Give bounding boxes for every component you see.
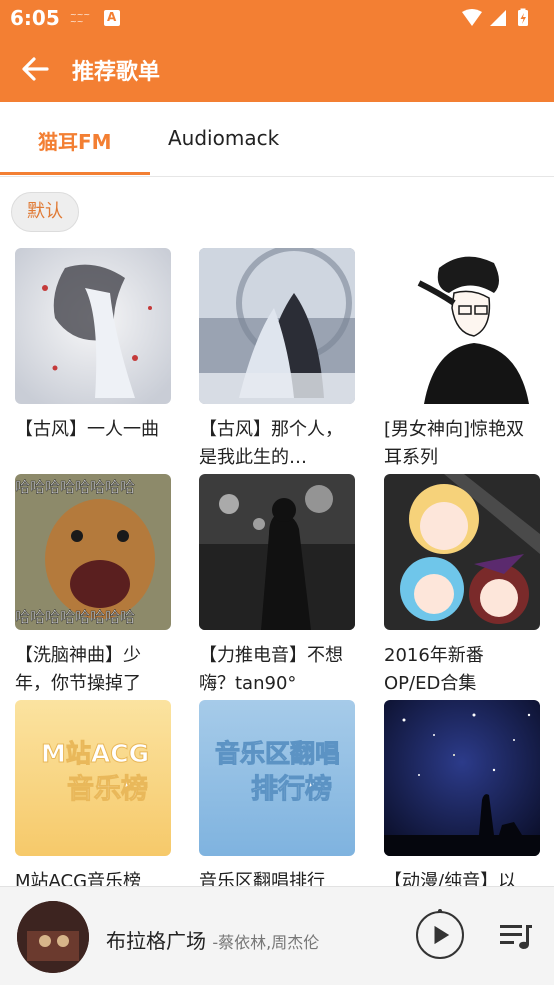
back-arrow-icon[interactable] (20, 54, 50, 84)
playlist-title: [男女神向]惊艳双耳系列 (384, 419, 525, 468)
playlist-title: 音乐区翻唱排行 (199, 871, 325, 886)
playlist-cover (199, 474, 355, 630)
song-artist: -蔡依林,周杰伦 (212, 933, 320, 952)
cover-text: 排行榜 (251, 773, 332, 805)
status-time: 6:05 (10, 6, 60, 30)
playlist-cover: 音乐区翻唱 排行榜 (199, 700, 355, 856)
playlist-cover (384, 474, 540, 630)
playlist-cover (384, 248, 540, 404)
now-playing-info: 布拉格广场 -蔡依林,周杰伦 (106, 925, 319, 954)
notification-icon: ~~~ ~~ (70, 10, 91, 26)
playlist-cover (384, 700, 540, 856)
status-bar: 6:05 ~~~ ~~ (0, 0, 554, 36)
playlist-cover: 哈哈哈哈哈哈哈哈 哈哈哈哈哈哈哈哈 (15, 474, 171, 630)
playlist-title: M站ACG音乐榜 (15, 871, 142, 886)
album-art (17, 901, 89, 973)
tab-indicator (0, 172, 150, 175)
app-bar: 推荐歌单 (0, 36, 554, 102)
playlist-title: 2016年新番OP/ED合集 (384, 645, 484, 694)
playlist-title: 【古风】那个人，是我此生的… (199, 419, 343, 468)
playlist-queue-icon[interactable] (498, 921, 534, 951)
signal-icon (490, 10, 506, 26)
playlist-cover (15, 248, 171, 404)
tab-bar: 猫耳FM Audiomack (0, 102, 554, 177)
cover-text: 音乐榜 (67, 773, 148, 805)
tab-audiomack[interactable]: Audiomack (168, 126, 279, 150)
cover-text: 音乐区翻唱 (215, 739, 340, 768)
page-title: 推荐歌单 (72, 60, 161, 85)
tab-maoer-fm[interactable]: 猫耳FM (38, 126, 112, 155)
play-button[interactable] (416, 911, 464, 959)
app-notification-icon (104, 10, 120, 26)
play-icon (434, 925, 450, 945)
playlist-cover: M站ACG 音乐榜 (15, 700, 171, 856)
playlist-grid: 【古风】一人一曲 【古风】那个人，是我此生的… [男女神向]惊艳双耳系列 哈哈哈… (0, 248, 554, 886)
playlist-title: 【洗脑神曲】少年，你节操掉了 (15, 645, 141, 694)
playlist-cover (199, 248, 355, 404)
song-title: 布拉格广场 (106, 929, 206, 953)
filter-chip-default[interactable]: 默认 (11, 192, 79, 232)
cover-text: M站ACG (41, 739, 149, 768)
wifi-icon (462, 9, 482, 26)
meme-text: 哈哈哈哈哈哈哈哈 (15, 608, 135, 626)
system-status-icons (462, 8, 528, 26)
playlist-title: 【古风】一人一曲 (15, 419, 159, 440)
meme-text: 哈哈哈哈哈哈哈哈 (15, 478, 135, 496)
playlist-title: 【动漫/纯音】以 (384, 871, 517, 886)
playlist-title: 【力推电音】不想嗨？tan90° (199, 645, 343, 694)
now-playing-bar[interactable]: 布拉格广场 -蔡依林,周杰伦 (0, 886, 554, 985)
